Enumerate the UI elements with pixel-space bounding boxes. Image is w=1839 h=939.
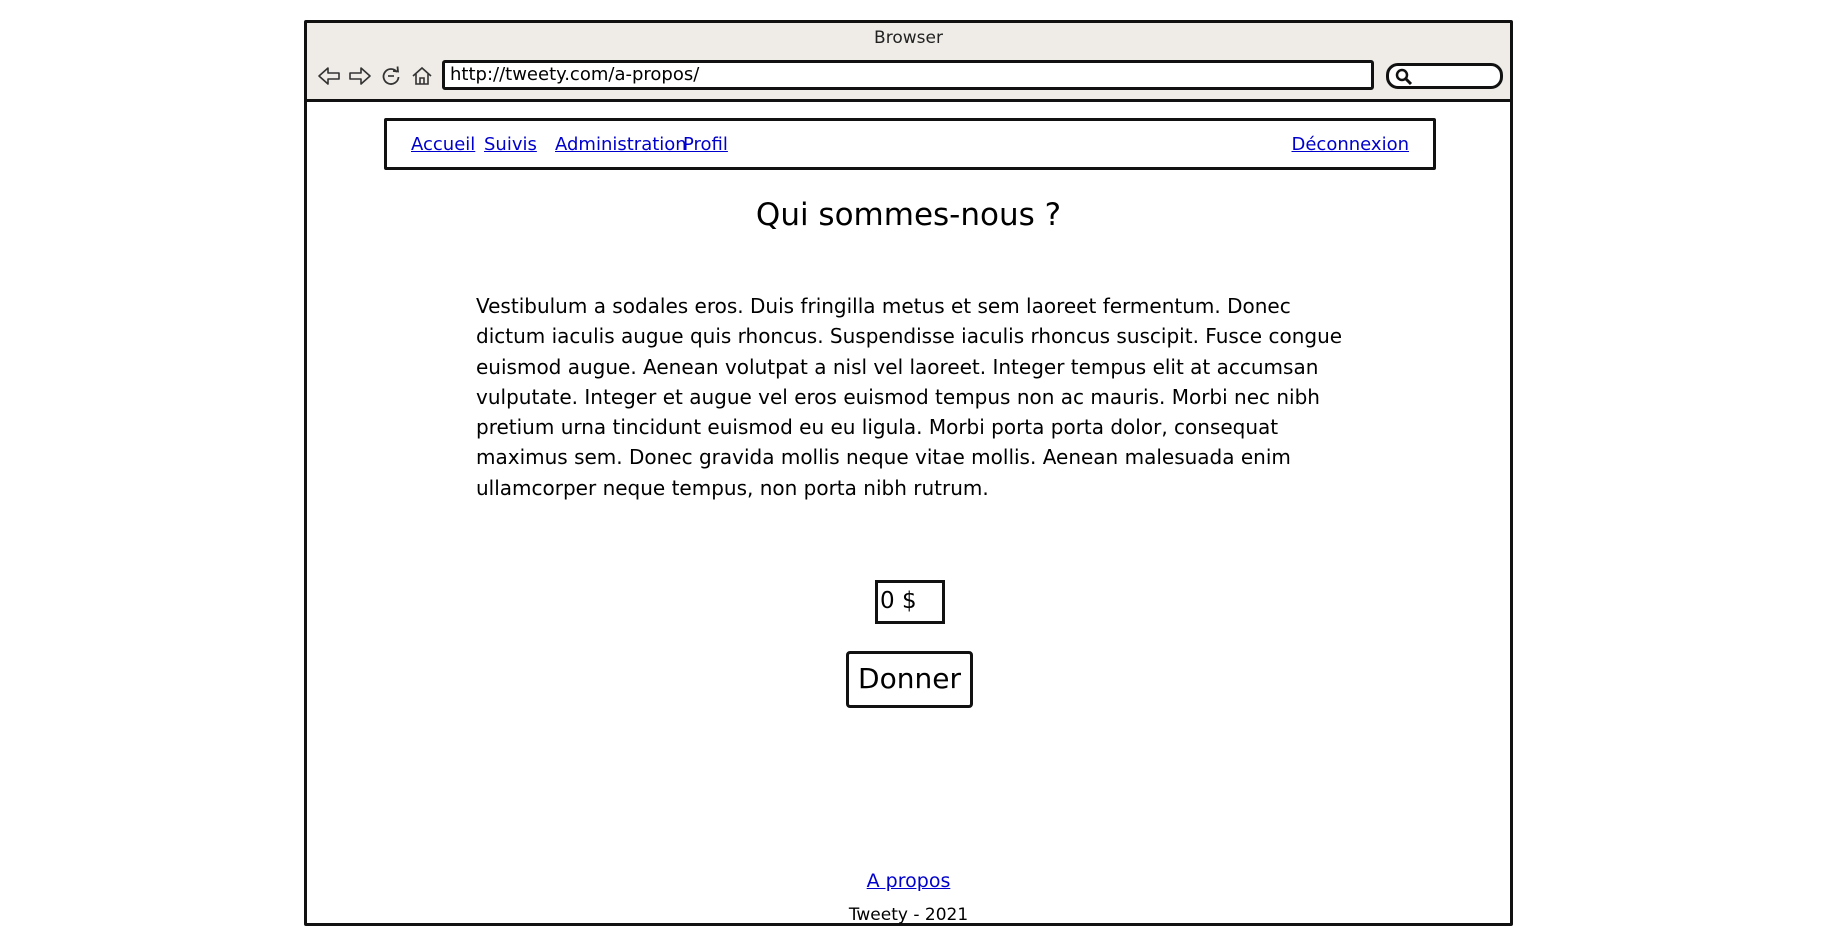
nav-link-profil[interactable]: Profil (683, 134, 728, 155)
search-icon (1395, 68, 1413, 90)
home-icon[interactable] (408, 63, 435, 89)
browser-window: Browser http://tweety.com/a-propos/ Accu (304, 20, 1513, 926)
donation-amount-input[interactable]: 0 $ (875, 580, 945, 624)
main-nav: Accueil Suivis Administration Profil Déc… (384, 118, 1436, 170)
nav-link-administration[interactable]: Administration (555, 134, 687, 155)
address-bar[interactable]: http://tweety.com/a-propos/ (442, 60, 1374, 90)
page-viewport: Accueil Suivis Administration Profil Déc… (307, 102, 1510, 925)
browser-chrome: Browser http://tweety.com/a-propos/ (307, 23, 1510, 102)
nav-link-suivis[interactable]: Suivis (484, 134, 537, 155)
nav-buttons (315, 63, 435, 89)
window-title: Browser (874, 28, 943, 48)
reload-icon[interactable] (377, 63, 404, 89)
nav-link-accueil[interactable]: Accueil (411, 134, 475, 155)
browser-search-field[interactable] (1386, 63, 1503, 89)
footer-link-container: A propos (307, 870, 1510, 892)
forward-arrow-icon[interactable] (346, 63, 373, 89)
logout-link[interactable]: Déconnexion (1292, 134, 1410, 155)
footer-about-link[interactable]: A propos (867, 870, 951, 892)
page-title: Qui sommes-nous ? (755, 197, 1062, 233)
back-arrow-icon[interactable] (315, 63, 342, 89)
donate-button[interactable]: Donner (846, 651, 973, 708)
footer-copyright: Tweety - 2021 (848, 905, 969, 925)
about-paragraph: Vestibulum a sodales eros. Duis fringill… (476, 294, 1343, 500)
